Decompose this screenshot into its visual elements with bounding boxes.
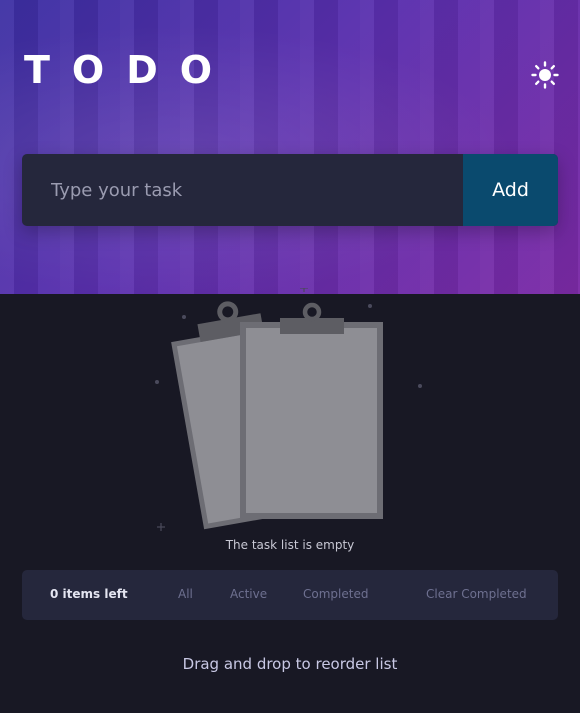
empty-clipboard-illustration xyxy=(155,288,422,531)
header-background xyxy=(0,0,580,294)
theme-toggle-button[interactable] xyxy=(530,60,560,90)
reorder-hint: Drag and drop to reorder list xyxy=(182,655,398,673)
list-footer: 0 items left All Active Completed Clear … xyxy=(22,570,558,620)
empty-state-message: The task list is empty xyxy=(225,538,355,552)
filter-all[interactable]: All xyxy=(178,587,193,601)
filter-active[interactable]: Active xyxy=(230,587,267,601)
app-title: TODO xyxy=(24,48,235,92)
items-left-count: 0 items left xyxy=(50,587,128,601)
sun-icon xyxy=(531,61,559,89)
clear-completed-button[interactable]: Clear Completed xyxy=(426,587,527,601)
filter-completed[interactable]: Completed xyxy=(303,587,368,601)
add-task-button[interactable]: Add xyxy=(463,154,558,226)
task-composer: Add xyxy=(22,154,558,226)
task-input[interactable] xyxy=(22,154,462,226)
